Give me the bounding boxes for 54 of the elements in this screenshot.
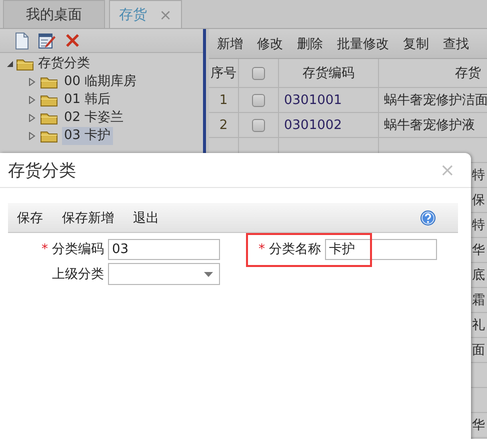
tree-item[interactable]: 03 卡护	[62, 127, 113, 145]
table-cell-text: 蜗牛奢宠修护液	[384, 117, 475, 134]
column-header: 存货	[455, 65, 481, 82]
tree-item[interactable]: 存货分类	[36, 55, 92, 73]
row-number: 1	[219, 92, 228, 108]
toolbar-button[interactable]: 修改	[257, 34, 283, 52]
toolbar-button[interactable]: 保存	[17, 208, 43, 226]
folder-icon	[40, 75, 58, 89]
tree-item[interactable]: 02 卡姿兰	[62, 109, 126, 127]
table-cell-text: 华	[472, 242, 485, 259]
column-header: 序号	[210, 65, 236, 82]
toolbar-button[interactable]: 保存新增	[62, 208, 114, 226]
row-number: 2	[219, 118, 228, 132]
table-cell-text: 华	[472, 417, 485, 434]
field-label: 上级分类	[52, 266, 104, 283]
row-checkbox[interactable]	[252, 94, 265, 106]
field-label: 分类名称	[269, 241, 321, 258]
dropdown-caret-icon	[204, 272, 213, 276]
input-field[interactable]: 卡护	[325, 238, 437, 260]
table-cell: 0301001	[284, 92, 342, 108]
table-cell: 0301002	[284, 118, 342, 132]
table-cell-text: 霜	[472, 292, 485, 309]
row-checkbox[interactable]	[252, 118, 265, 132]
column-header: 存货编码	[302, 65, 354, 82]
tree-item[interactable]: 01 韩后	[62, 91, 113, 109]
toolbar-button[interactable]: 查找	[443, 34, 469, 52]
table-cell-text: 礼	[472, 317, 485, 334]
input-field[interactable]: 03	[108, 238, 220, 260]
folder-icon	[16, 57, 34, 71]
toolbar-button[interactable]: 退出	[133, 208, 159, 226]
new-document-icon	[15, 32, 29, 50]
toolbar-button[interactable]: 删除	[297, 34, 323, 52]
folder-icon	[40, 93, 58, 107]
tree-item[interactable]: 00 临期库房	[62, 73, 139, 91]
help-icon[interactable]	[420, 210, 436, 226]
folder-icon	[40, 129, 58, 143]
edit-icon	[38, 32, 56, 49]
table-cell-text: 保	[472, 192, 485, 209]
table-cell-text: 底	[472, 267, 485, 284]
toolbar-button[interactable]: 新增	[217, 34, 243, 52]
tab[interactable]: 我的桌面	[3, 0, 105, 28]
dropdown-field[interactable]	[108, 263, 220, 285]
toolbar-button[interactable]: 复制	[403, 34, 429, 52]
table-cell-text: 特	[472, 167, 485, 184]
delete-icon	[65, 33, 80, 48]
select-all-checkbox[interactable]	[252, 66, 265, 80]
table-cell-text: 特	[472, 217, 485, 234]
required-mark: *	[258, 242, 265, 256]
folder-icon	[40, 111, 58, 125]
table-cell-text: 面	[472, 342, 485, 359]
dialog-title: 存货分类	[8, 160, 76, 182]
toolbar-button[interactable]: 批量修改	[337, 34, 389, 52]
field-label: 分类编码	[52, 241, 104, 258]
required-mark: *	[42, 242, 48, 256]
